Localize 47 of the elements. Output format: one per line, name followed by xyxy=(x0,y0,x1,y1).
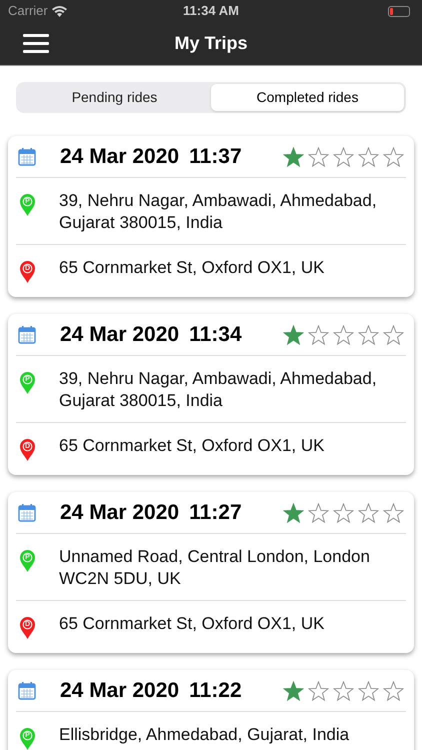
star-icon[interactable] xyxy=(333,502,354,522)
star-icon[interactable] xyxy=(308,502,329,522)
trip-time: 11:22 xyxy=(189,678,242,704)
address-text: 65 Cornmarket St, Oxford OX1, UK xyxy=(59,435,324,457)
star-icon[interactable] xyxy=(358,680,379,700)
star-icon[interactable] xyxy=(358,502,379,522)
star-icon[interactable] xyxy=(283,680,304,700)
calendar-icon xyxy=(18,504,36,522)
trip-date: 24 Mar 2020 xyxy=(60,500,180,526)
star-icon[interactable] xyxy=(383,680,404,700)
address-text: 65 Cornmarket St, Oxford OX1, UK xyxy=(59,613,324,635)
trip-time: 11:34 xyxy=(189,322,242,348)
trip-date: 24 Mar 2020 xyxy=(60,678,180,704)
segment-tab[interactable]: Completed rides xyxy=(211,84,404,111)
star-icon[interactable] xyxy=(358,324,379,344)
calendar-icon xyxy=(18,148,36,166)
menu-icon[interactable] xyxy=(23,34,49,53)
star-icon[interactable] xyxy=(308,146,329,166)
status-time: 11:34 AM xyxy=(182,2,240,20)
star-icon[interactable] xyxy=(308,324,329,344)
address-text: 39, Nehru Nagar, Ambawadi, Ahmedabad, Gujarat 380015, India xyxy=(59,368,378,412)
star-icon[interactable] xyxy=(333,146,354,166)
star-icon[interactable] xyxy=(383,502,404,522)
star-icon[interactable] xyxy=(283,502,304,522)
segment-tab[interactable]: Pending rides xyxy=(18,84,211,111)
trip-time: 11:37 xyxy=(189,144,242,170)
battery-icon xyxy=(388,6,410,16)
star-icon[interactable] xyxy=(383,324,404,344)
star-icon[interactable] xyxy=(283,324,304,344)
calendar-icon xyxy=(18,682,36,700)
trip-date: 24 Mar 2020 xyxy=(60,322,180,348)
star-icon[interactable] xyxy=(333,680,354,700)
carrier-label: Carrier xyxy=(8,2,48,20)
star-icon[interactable] xyxy=(308,680,329,700)
star-icon[interactable] xyxy=(383,146,404,166)
wifi-icon xyxy=(52,6,67,16)
address-text: Ellisbridge, Ahmedabad, Gujarat, India xyxy=(59,724,350,746)
calendar-icon xyxy=(18,326,36,344)
star-icon[interactable] xyxy=(358,146,379,166)
page-title: My Trips xyxy=(174,32,248,55)
address-text: Unnamed Road, Central London, London WC2N 5DU, UK xyxy=(59,546,371,590)
address-text: 39, Nehru Nagar, Ambawadi, Ahmedabad, Gujarat 380015, India xyxy=(59,190,378,234)
star-icon[interactable] xyxy=(333,324,354,344)
star-icon[interactable] xyxy=(283,146,304,166)
trip-time: 11:27 xyxy=(189,500,242,526)
trip-date: 24 Mar 2020 xyxy=(60,144,180,170)
address-text: 65 Cornmarket St, Oxford OX1, UK xyxy=(59,257,324,279)
